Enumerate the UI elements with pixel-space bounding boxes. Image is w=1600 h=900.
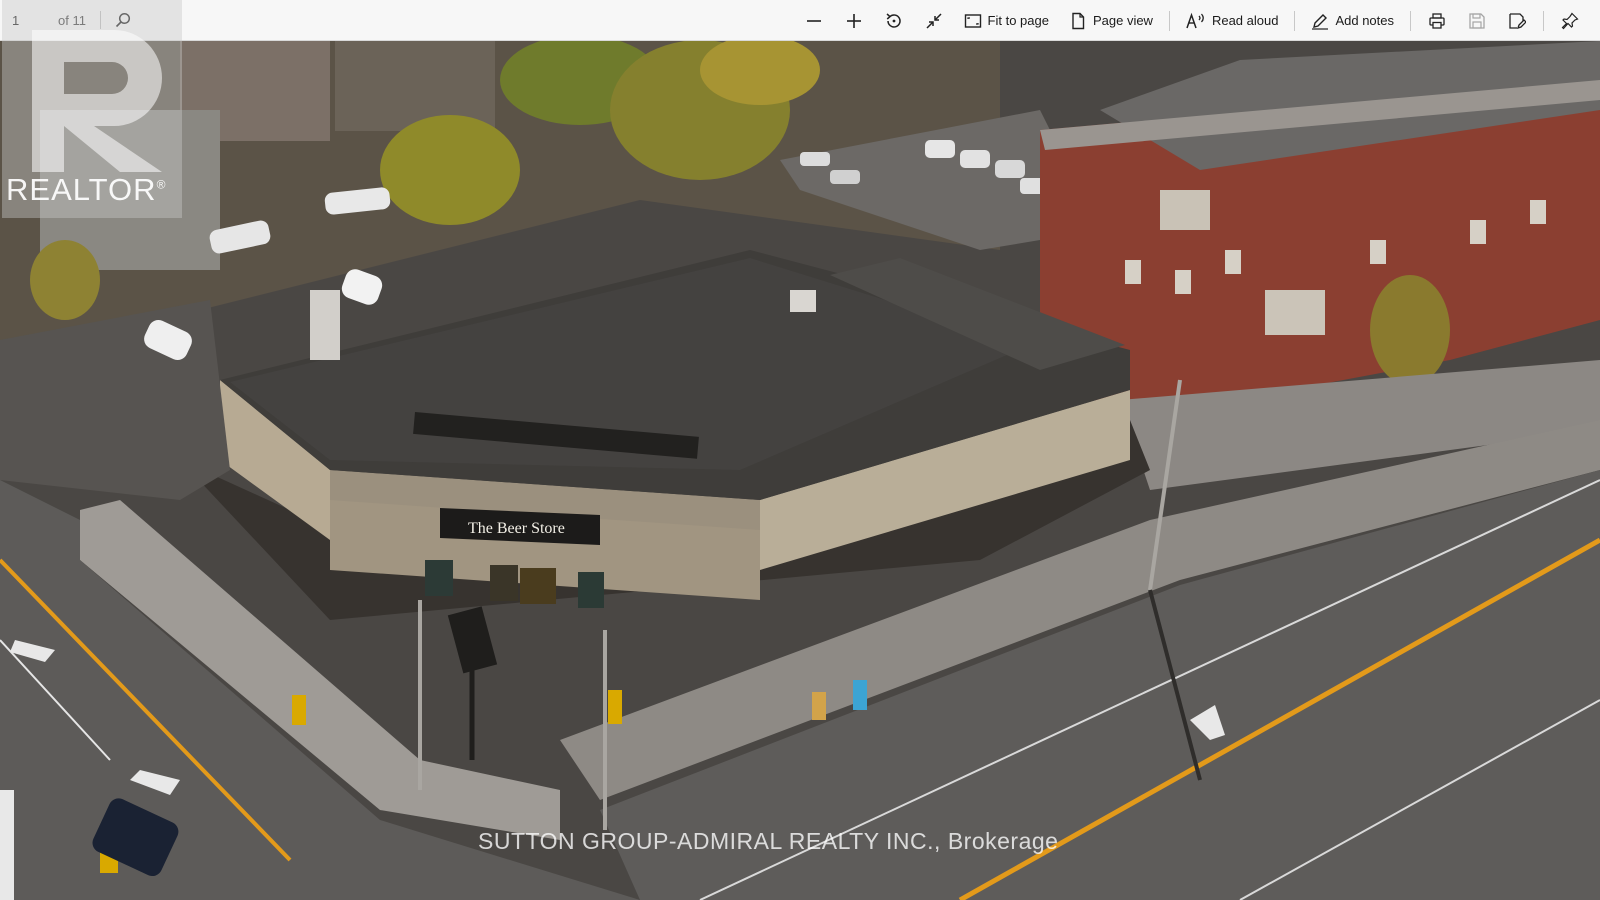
fit-to-page-label: Fit to page	[987, 13, 1049, 28]
registered-mark: ®	[156, 177, 167, 192]
pin-icon	[1561, 12, 1579, 29]
print-icon	[1429, 12, 1445, 29]
realtor-text: REALTOR	[6, 172, 157, 207]
fit-page-icon	[964, 13, 981, 28]
zoom-out-button[interactable]	[797, 5, 831, 37]
aerial-photo: The Beer Store	[0, 41, 1600, 900]
divider	[1410, 10, 1411, 31]
save-button[interactable]	[1460, 5, 1494, 37]
read-aloud-label: Read aloud	[1211, 13, 1279, 28]
pen-icon	[1312, 13, 1329, 30]
page-view-label: Page view	[1092, 13, 1153, 28]
fullscreen-button[interactable]	[917, 5, 951, 37]
toolbar-actions: Fit to page Page view Read aloud Add not…	[794, 0, 1590, 41]
realtor-wordmark: REALTOR®	[6, 172, 166, 208]
pin-button[interactable]	[1553, 5, 1587, 37]
save-as-button[interactable]	[1500, 5, 1534, 37]
read-aloud-icon	[1186, 12, 1204, 28]
save-as-icon	[1509, 12, 1526, 29]
document-page-photo: The Beer Store	[0, 41, 1600, 900]
fit-to-page-button[interactable]: Fit to page	[958, 5, 1055, 37]
zoom-in-button[interactable]	[837, 5, 871, 37]
add-notes-button[interactable]: Add notes	[1305, 5, 1400, 37]
page-view-button[interactable]: Page view	[1063, 5, 1159, 37]
rotate-button[interactable]	[877, 5, 911, 37]
read-aloud-button[interactable]: Read aloud	[1180, 5, 1285, 37]
divider	[1543, 10, 1544, 31]
collapse-icon	[926, 12, 942, 29]
divider	[1168, 10, 1170, 31]
add-notes-label: Add notes	[1335, 13, 1394, 28]
page-view-icon	[1072, 12, 1085, 29]
realtor-r-mark-icon	[32, 30, 162, 172]
pdf-toolbar: of 11 Fit to page Page view	[0, 0, 1600, 41]
realtor-logo: REALTOR®	[2, 0, 182, 218]
brokerage-watermark: SUTTON GROUP-ADMIRAL REALTY INC., Broker…	[478, 828, 1059, 854]
divider	[1294, 10, 1296, 31]
zoom-in-icon	[846, 13, 861, 28]
rotate-icon	[886, 12, 901, 28]
save-icon	[1469, 12, 1485, 29]
print-button[interactable]	[1420, 5, 1454, 37]
store-sign-text: The Beer Store	[468, 520, 565, 537]
zoom-out-icon	[806, 19, 821, 22]
